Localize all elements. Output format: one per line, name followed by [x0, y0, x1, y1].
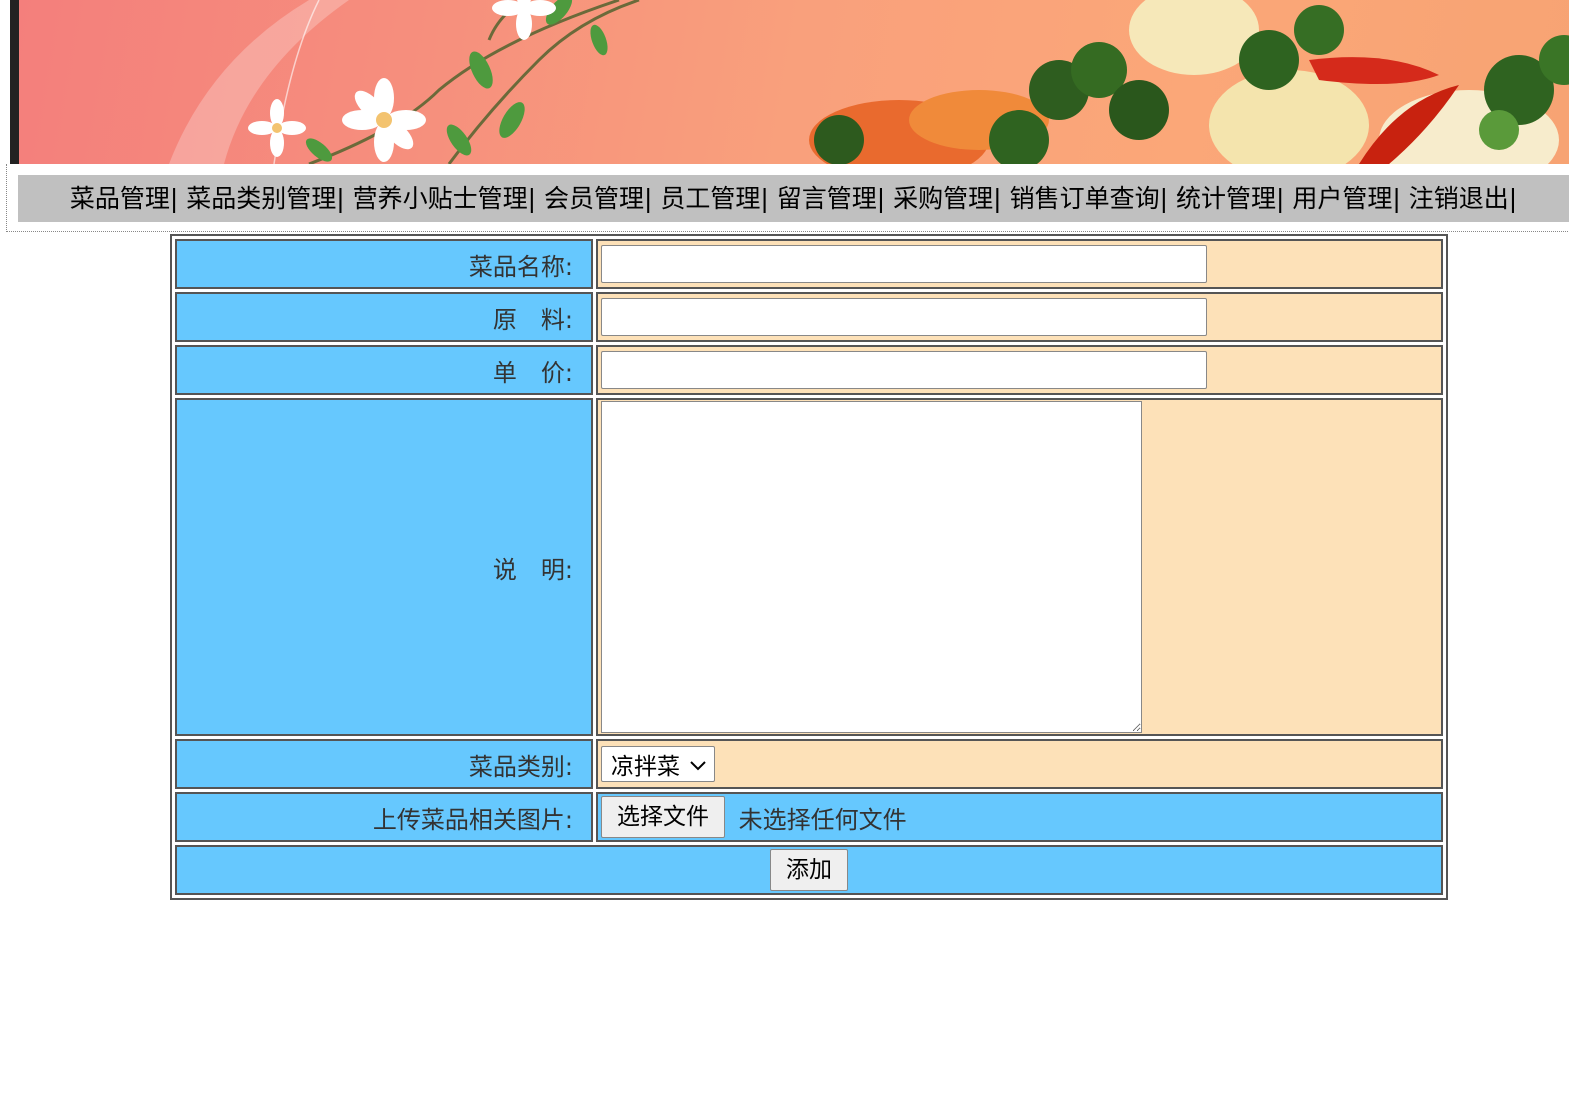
- description-textarea[interactable]: [601, 401, 1142, 733]
- nav-statistics-management[interactable]: 统计管理|: [1176, 184, 1284, 213]
- category-selected-value: 凉拌菜: [611, 754, 680, 780]
- form-row-description: 说 明:: [175, 398, 1443, 736]
- nav-dish-category-management[interactable]: 菜品类别管理|: [186, 184, 344, 213]
- price-label: 单 价:: [175, 345, 593, 395]
- nav-logout[interactable]: 注销退出|: [1409, 184, 1517, 213]
- add-dish-form: 菜品名称: 原 料: 单 价: 说 明: 菜品类别: 凉拌菜 上传菜品相关图片:…: [170, 234, 1448, 900]
- upload-cell: 选择文件 未选择任何文件: [596, 792, 1443, 842]
- form-row-submit: 添加: [175, 845, 1443, 895]
- choose-file-button[interactable]: 选择文件: [601, 796, 725, 838]
- form-row-upload: 上传菜品相关图片: 选择文件 未选择任何文件: [175, 792, 1443, 842]
- nav-staff-management[interactable]: 员工管理|: [660, 184, 768, 213]
- form-row-material: 原 料:: [175, 292, 1443, 342]
- dish-name-input[interactable]: [601, 245, 1207, 283]
- price-input[interactable]: [601, 351, 1207, 389]
- chevron-down-icon: [690, 751, 706, 777]
- material-cell: [596, 292, 1443, 342]
- dish-name-label: 菜品名称:: [175, 239, 593, 289]
- nav-nutrition-tips-management[interactable]: 营养小贴士管理|: [353, 184, 536, 213]
- nav-user-management[interactable]: 用户管理|: [1292, 184, 1400, 213]
- nav-message-management[interactable]: 留言管理|: [777, 184, 885, 213]
- form-row-price: 单 价:: [175, 345, 1443, 395]
- nav-member-management[interactable]: 会员管理|: [544, 184, 652, 213]
- category-cell: 凉拌菜: [596, 739, 1443, 789]
- top-nav: 菜品管理| 菜品类别管理| 营养小贴士管理| 会员管理| 员工管理| 留言管理|…: [18, 175, 1569, 222]
- dish-name-cell: [596, 239, 1443, 289]
- material-label: 原 料:: [175, 292, 593, 342]
- nav-dish-management[interactable]: 菜品管理|: [70, 184, 178, 213]
- price-cell: [596, 345, 1443, 395]
- category-select[interactable]: 凉拌菜: [601, 746, 715, 782]
- upload-label: 上传菜品相关图片:: [175, 792, 593, 842]
- nav-sales-order-query[interactable]: 销售订单查询|: [1010, 184, 1168, 213]
- form-row-name: 菜品名称:: [175, 239, 1443, 289]
- header-banner: [10, 0, 1569, 164]
- file-status-text: 未选择任何文件: [738, 805, 907, 834]
- description-label: 说 明:: [175, 398, 593, 736]
- banner-artwork: [169, 0, 1569, 164]
- submit-cell: 添加: [175, 845, 1443, 895]
- category-label: 菜品类别:: [175, 739, 593, 789]
- form-row-category: 菜品类别: 凉拌菜: [175, 739, 1443, 789]
- description-cell: [596, 398, 1443, 736]
- material-input[interactable]: [601, 298, 1207, 336]
- add-button[interactable]: 添加: [770, 849, 848, 891]
- nav-purchase-management[interactable]: 采购管理|: [893, 184, 1001, 213]
